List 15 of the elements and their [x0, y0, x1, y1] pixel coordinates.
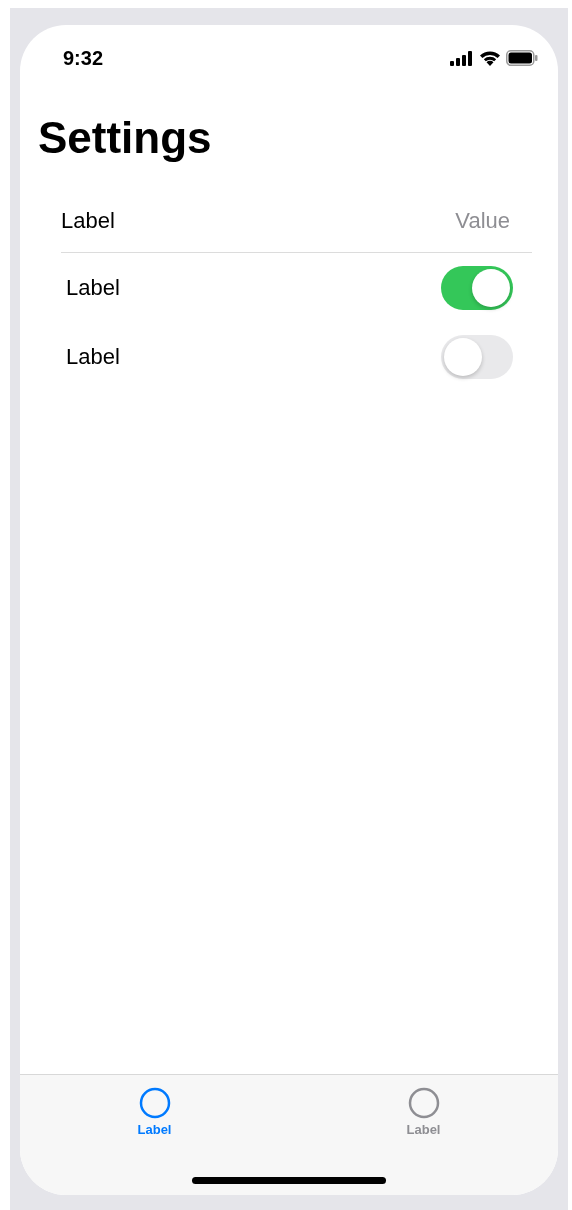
status-time: 9:32	[63, 46, 104, 70]
battery-icon	[506, 50, 538, 66]
signal-icon	[450, 50, 474, 66]
circle-icon	[407, 1087, 440, 1119]
row-label: Label	[61, 207, 115, 234]
tab-item[interactable]: Label	[20, 1087, 289, 1137]
row-label: Label	[66, 274, 120, 301]
toggle-switch[interactable]	[441, 334, 513, 379]
page-title: Settings	[38, 113, 213, 163]
tab-item[interactable]: Label	[289, 1087, 558, 1137]
wifi-icon	[479, 50, 501, 66]
circle-icon	[138, 1087, 171, 1119]
toggle-switch[interactable]	[441, 265, 513, 310]
row-value: Value	[455, 207, 510, 234]
row-label: Label	[66, 343, 120, 370]
